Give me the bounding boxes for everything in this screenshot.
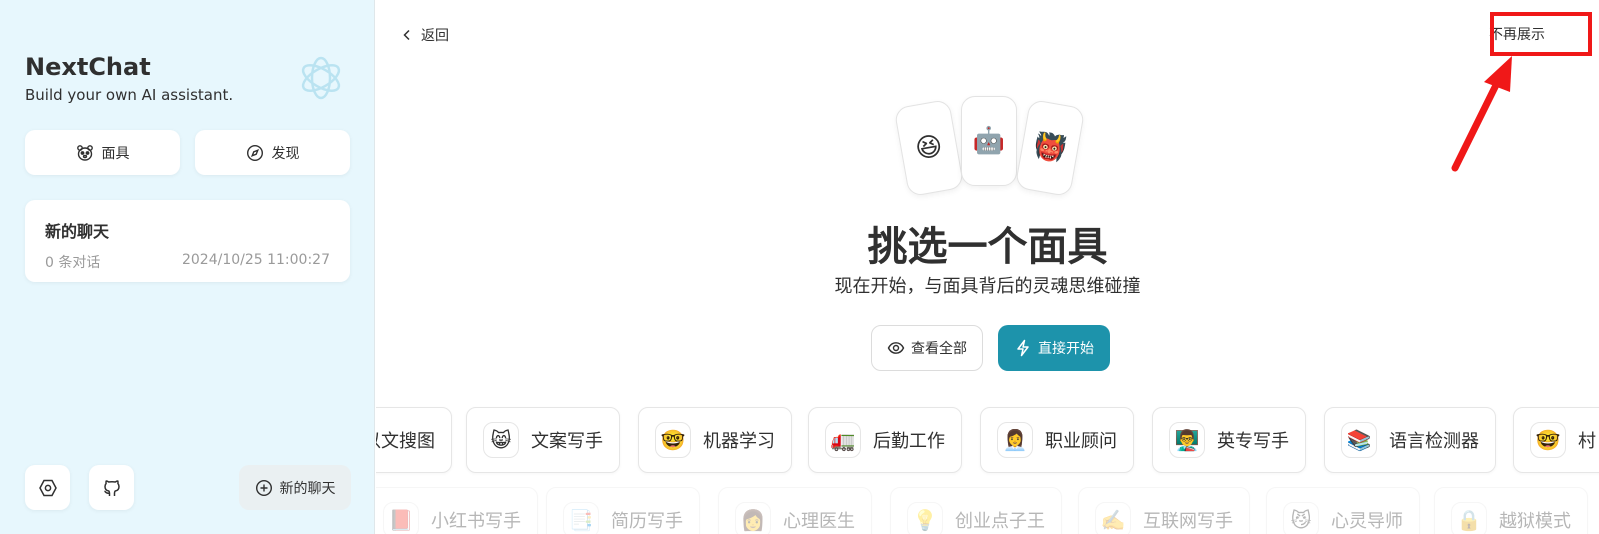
mask-item[interactable]: 🤓 机器学习 (638, 407, 792, 473)
mask-label: 心灵导师 (1331, 511, 1403, 532)
mask-avatar: 👩 (735, 502, 771, 534)
mask-label: 文案写手 (531, 431, 603, 452)
settings-icon (38, 479, 57, 496)
start-now-label: 直接开始 (1038, 341, 1094, 357)
page-subtitle: 现在开始，与面具背后的灵魂思维碰撞 (834, 276, 1141, 297)
mask-item[interactable]: 📕 小红书写手 (376, 487, 538, 534)
masks-button-label: 面具 (101, 145, 130, 162)
mask-avatar: 🤓 (655, 422, 691, 458)
mask-avatar: 😼 (1283, 502, 1319, 534)
mask-item[interactable]: 🔒 越狱模式 (1434, 487, 1588, 534)
mask-avatar: 🤓 (1530, 422, 1566, 458)
mask-label: 越狱模式 (1499, 511, 1571, 532)
chat-item-title: 新的聊天 (45, 222, 110, 241)
emoji-card: 🤖 (961, 96, 1017, 186)
mask-label: 创业点子王 (955, 511, 1045, 532)
main-panel: 返回 不再展示 😆 🤖 👹 挑选一个面具 现在开始，与面具背后的灵魂思维碰撞 查… (376, 0, 1599, 534)
discover-button[interactable]: 发现 (195, 130, 350, 175)
compass-icon (246, 144, 263, 161)
mask-icon (76, 144, 93, 161)
chat-item[interactable]: 新的聊天 0 条对话 2024/10/25 11:00:27 (25, 200, 350, 282)
mask-avatar: ✍️ (1095, 502, 1131, 534)
emoji: 🤖 (972, 126, 1006, 156)
mask-avatar: 🔒 (1451, 502, 1487, 534)
mask-item[interactable]: 👩‍💼 职业顾问 (980, 407, 1134, 473)
page-title: 挑选一个面具 (867, 224, 1108, 270)
view-all-button[interactable]: 查看全部 (871, 325, 983, 371)
new-chat-button-label: 新的聊天 (279, 480, 336, 497)
mask-item[interactable]: 😸 文案写手 (466, 407, 620, 473)
mask-item[interactable]: 👩 心理医生 (718, 487, 872, 534)
mask-item[interactable]: 🖼️ 以文搜图 (376, 407, 452, 473)
view-all-label: 查看全部 (911, 341, 967, 357)
mask-item[interactable]: 🚛 后勤工作 (808, 407, 962, 473)
emoji: 👹 (1031, 130, 1069, 166)
mask-label: 语言检测器 (1389, 431, 1479, 452)
mask-avatar: 📑 (563, 502, 599, 534)
eye-icon (887, 342, 905, 354)
mask-row: 🖼️ 以文搜图 😸 文案写手 🤓 机器学习 🚛 后勤工作 👩‍💼 职业顾问 👨‍… (376, 407, 1599, 475)
mask-label: 互联网写手 (1143, 511, 1233, 532)
github-button[interactable] (89, 465, 134, 510)
chat-item-count: 0 条对话 (45, 255, 101, 271)
emoji-card: 👹 (1014, 98, 1086, 198)
mask-label: 小红书写手 (431, 511, 521, 532)
openai-logo-icon (301, 56, 341, 100)
mask-label: 后勤工作 (873, 431, 945, 452)
mask-item[interactable]: 🤓 村 (1513, 407, 1599, 473)
annotation-highlight-box (1490, 12, 1592, 56)
annotation-arrow-icon (1451, 56, 1512, 172)
mask-avatar: 👨‍🏫 (1169, 422, 1205, 458)
mask-item[interactable]: 💡 创业点子王 (890, 487, 1062, 534)
mask-item[interactable]: 😼 心灵导师 (1266, 487, 1420, 534)
masks-button[interactable]: 面具 (25, 130, 180, 175)
emoji-card: 😆 (893, 98, 965, 198)
mask-avatar: 😸 (483, 422, 519, 458)
chevron-left-icon (403, 29, 410, 41)
back-button[interactable]: 返回 (401, 22, 449, 48)
mask-label: 村 (1578, 431, 1596, 452)
app-title: NextChat (25, 53, 151, 81)
add-circle-icon (255, 479, 272, 496)
github-icon (103, 479, 120, 496)
mask-avatar: 📕 (383, 502, 419, 534)
mask-item[interactable]: 📚 语言检测器 (1324, 407, 1496, 473)
mask-avatar: 👩‍💼 (997, 422, 1033, 458)
mask-label: 职业顾问 (1045, 431, 1117, 452)
emoji: 😆 (913, 130, 945, 166)
mask-label: 以文搜图 (376, 431, 435, 452)
mask-label: 英专写手 (1217, 431, 1289, 452)
discover-button-label: 发现 (271, 145, 300, 162)
app-subtitle: Build your own AI assistant. (25, 86, 234, 104)
mask-avatar: 🚛 (825, 422, 861, 458)
back-button-label: 返回 (421, 28, 449, 44)
new-chat-button[interactable]: 新的聊天 (239, 465, 351, 510)
mask-item[interactable]: ✍️ 互联网写手 (1078, 487, 1250, 534)
mask-avatar: 📚 (1341, 422, 1377, 458)
mask-item[interactable]: 📑 简历写手 (546, 487, 700, 534)
lightning-icon (1017, 339, 1029, 357)
mask-label: 机器学习 (703, 431, 775, 452)
mask-row: 📕 小红书写手 📑 简历写手 👩 心理医生 💡 创业点子王 ✍️ 互联网写手 😼… (376, 487, 1599, 534)
mask-avatar: 💡 (907, 502, 943, 534)
mask-label: 心理医生 (783, 511, 855, 532)
settings-button[interactable] (25, 465, 70, 510)
mask-item[interactable]: 👨‍🏫 英专写手 (1152, 407, 1306, 473)
start-now-button[interactable]: 直接开始 (998, 325, 1110, 371)
chat-item-time: 2024/10/25 11:00:27 (181, 252, 330, 268)
sidebar: NextChat Build your own AI assistant. 面具… (0, 0, 375, 534)
mask-label: 简历写手 (611, 511, 683, 532)
